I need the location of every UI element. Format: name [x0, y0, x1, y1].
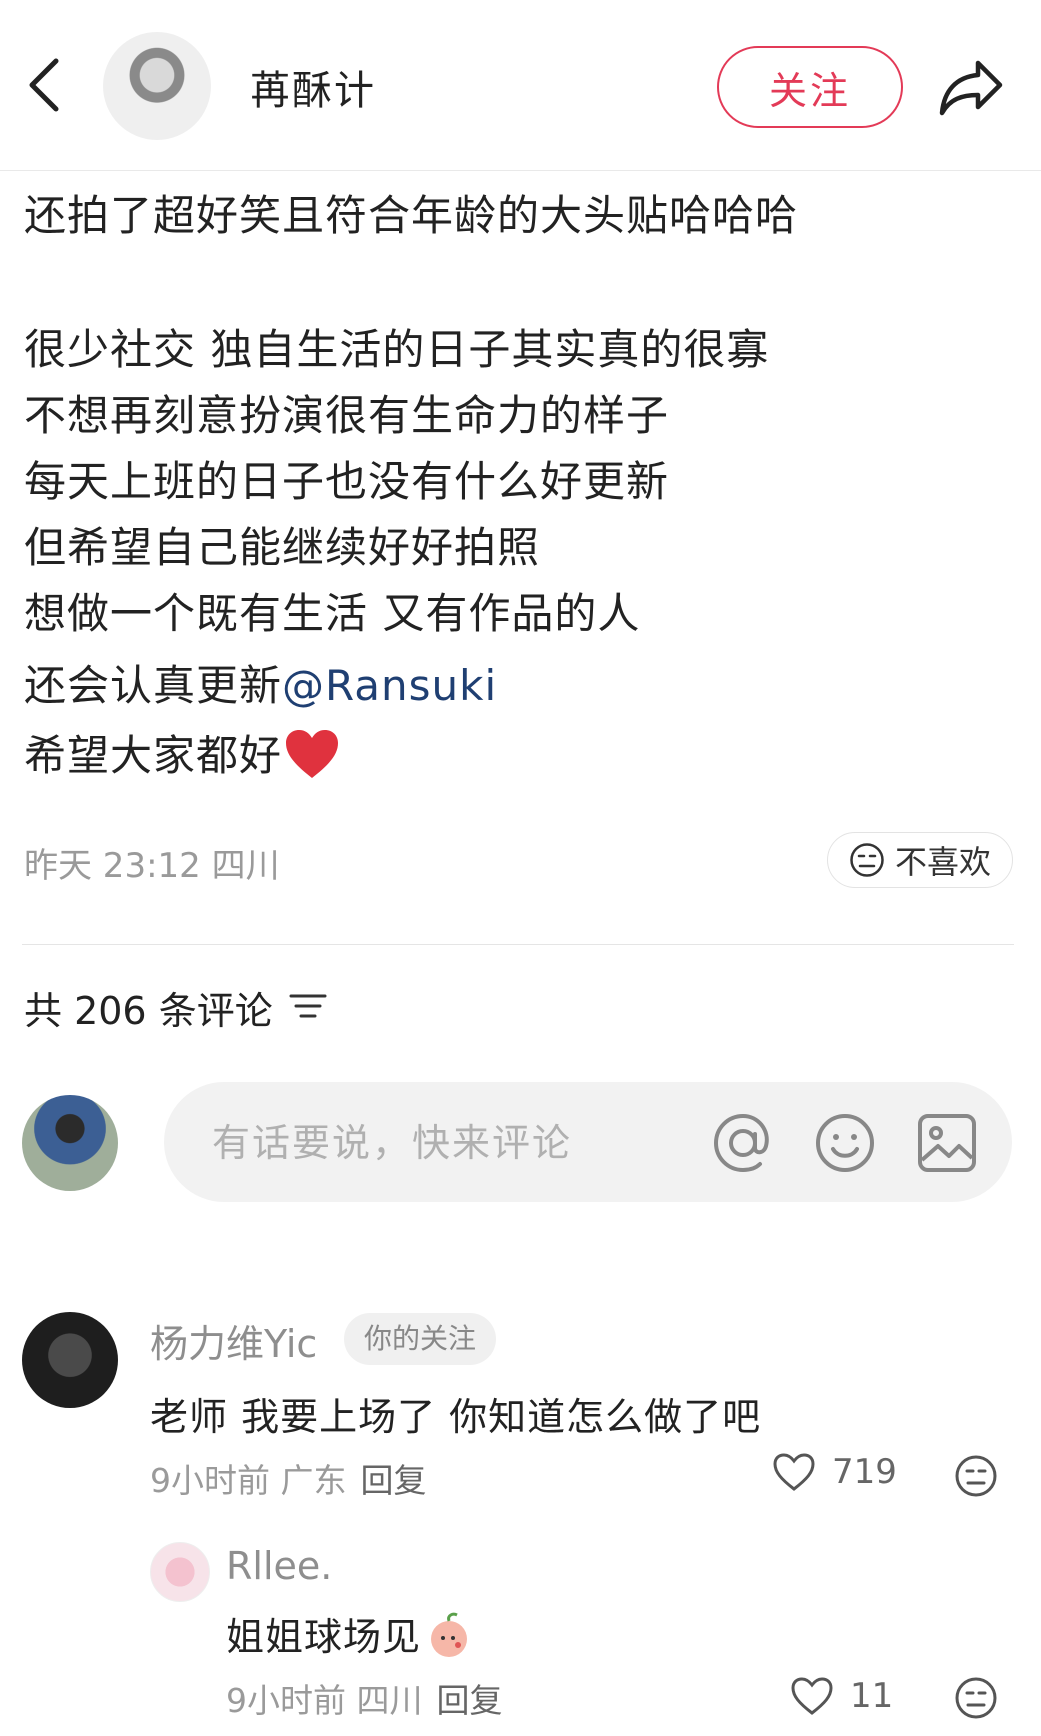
follow-button[interactable]: 关注	[717, 46, 903, 128]
like-button[interactable]: 11	[790, 1676, 893, 1716]
comment-input-box[interactable]	[164, 1082, 1012, 1204]
divider	[22, 944, 1014, 945]
reply-avatar[interactable]	[150, 1542, 210, 1602]
comment-dislike-button[interactable]	[954, 1454, 998, 1498]
dislike-label: 不喜欢	[894, 843, 991, 881]
post-text-line: 希望大家都好	[24, 722, 340, 790]
post-mention-line: 还会认真更新@Ransuki	[24, 652, 497, 713]
post-text-line: 想做一个既有生活 又有作品的人	[24, 589, 641, 638]
post-text-line: 每天上班的日子也没有什么好更新	[24, 457, 670, 506]
author-avatar[interactable]	[103, 32, 211, 140]
comment-text: 老师 我要上场了 你知道怎么做了吧	[150, 1395, 762, 1439]
comment-input[interactable]	[210, 1082, 694, 1204]
top-bar: 苒酥计 关注	[0, 0, 1041, 171]
comment-avatar[interactable]	[22, 1312, 118, 1408]
heart-outline-icon	[773, 1453, 815, 1491]
peach-sticker-icon	[425, 1611, 473, 1668]
comment-text-segment: 姐姐球场见	[226, 1615, 422, 1659]
comment-dislike-button[interactable]	[954, 1676, 998, 1720]
emoji-icon[interactable]	[814, 1112, 876, 1174]
my-avatar[interactable]	[22, 1095, 118, 1191]
sort-filter-icon[interactable]	[289, 986, 327, 1030]
post-text-line: 但希望自己能继续好好拍照	[24, 523, 541, 572]
red-heart-emoji-icon	[284, 728, 340, 790]
reply-button[interactable]: 回复	[361, 1461, 427, 1500]
post-time-location: 昨天 23:12 四川	[24, 846, 280, 886]
comment-meta: 9小时前 四川 回复	[226, 1674, 503, 1722]
share-button[interactable]	[934, 52, 1008, 122]
reply-button[interactable]: 回复	[437, 1681, 503, 1720]
back-button[interactable]	[18, 55, 68, 115]
like-button[interactable]: 719	[772, 1452, 897, 1492]
post-text-segment: 希望大家都好	[24, 731, 283, 780]
dislike-button[interactable]: 不喜欢	[827, 832, 1013, 888]
at-icon[interactable]	[712, 1112, 774, 1174]
post-text-segment: 还会认真更新	[24, 661, 283, 710]
comment-username[interactable]: Rllee.	[226, 1544, 332, 1588]
comment-time-location: 9小时前 广东	[150, 1461, 347, 1500]
neutral-face-icon	[955, 1455, 997, 1497]
post-text-line: 还拍了超好笑且符合年龄的大头贴哈哈哈	[24, 191, 799, 240]
heart-outline-icon	[791, 1677, 833, 1715]
user-mention-link[interactable]: @Ransuki	[282, 661, 497, 710]
comment-count-label: 共 206 条评论	[24, 989, 273, 1033]
comment-meta: 9小时前 广东 回复	[150, 1454, 427, 1502]
post-text-line: 不想再刻意扮演很有生命力的样子	[24, 391, 670, 440]
following-badge: 你的关注	[344, 1313, 497, 1365]
author-name[interactable]: 苒酥计	[250, 58, 376, 116]
image-icon[interactable]	[916, 1112, 978, 1174]
comment-username[interactable]: 杨力维Yic	[150, 1313, 317, 1368]
comment-text: 姐姐球场见	[226, 1606, 473, 1668]
like-count: 719	[832, 1452, 897, 1492]
chevron-left-icon	[29, 58, 59, 112]
neutral-face-icon	[850, 843, 884, 877]
share-arrow-icon	[939, 60, 1003, 116]
post-text-line: 很少社交 独自生活的日子其实真的很寡	[24, 325, 770, 374]
comment-time-location: 9小时前 四川	[226, 1681, 423, 1720]
neutral-face-icon	[955, 1677, 997, 1719]
comment-count-header: 共 206 条评论	[24, 980, 327, 1035]
like-count: 11	[850, 1676, 894, 1716]
